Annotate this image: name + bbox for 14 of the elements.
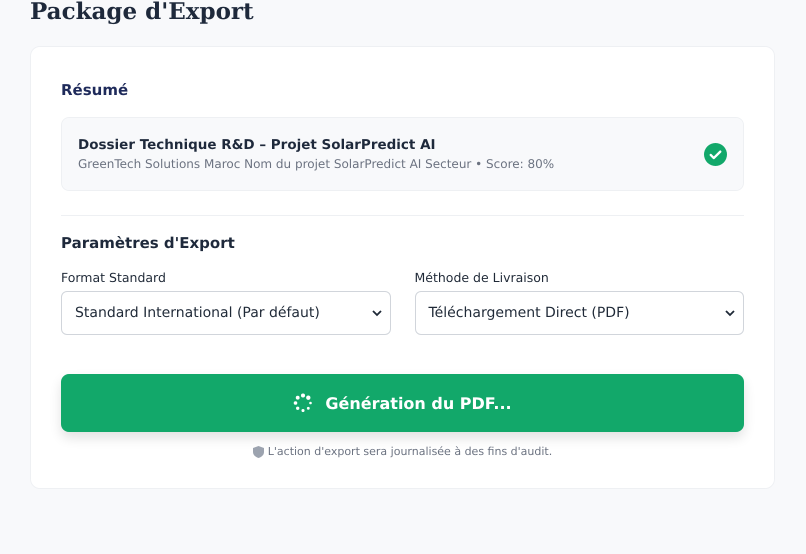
field-label: Méthode de Livraison — [414, 270, 550, 285]
summary-title: Dossier Technique R&D – Projet SolarPredict AI — [78, 137, 437, 153]
chevron-icon — [372, 310, 382, 316]
chevron-icon — [725, 310, 735, 316]
page-title: Package d'Export — [30, 0, 255, 27]
field-label: Format Standard — [61, 270, 167, 285]
audit-note: L'action d'export sera journalisée à des fins d'audit. — [268, 445, 552, 458]
dropdown-field[interactable]: Téléchargement Direct (PDF) — [414, 291, 744, 335]
section-heading: Résumé — [61, 81, 130, 99]
spinner-icon — [293, 393, 314, 413]
shield-icon — [252, 446, 264, 458]
dropdown-field[interactable]: Standard International (Par défaut) — [61, 291, 390, 335]
summary-subtitle: GreenTech Solutions Maroc Nom du projet SolarPredict AI Secteur • Score: 80% — [78, 157, 554, 171]
section-heading: Paramètres d'Export — [61, 234, 236, 252]
